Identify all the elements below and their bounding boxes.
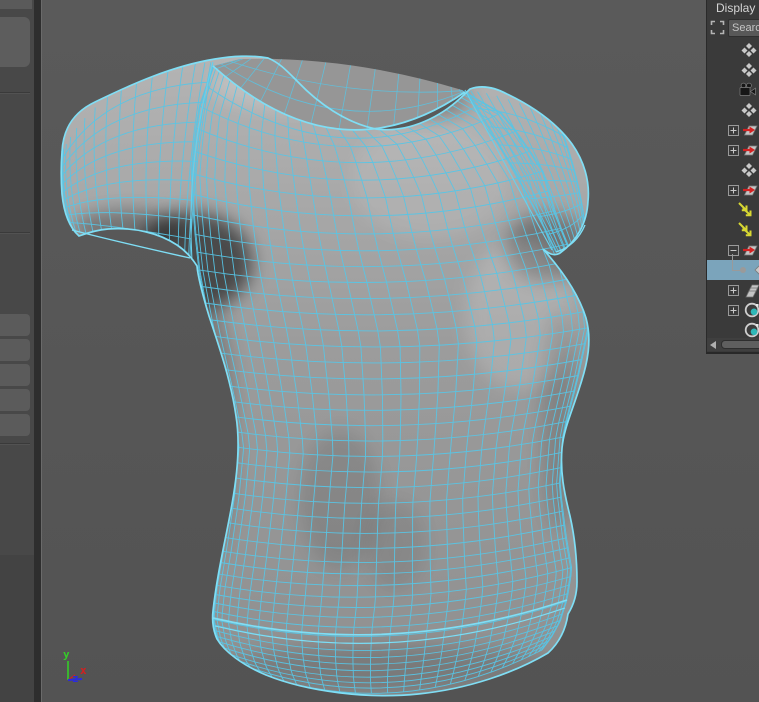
panel-splitter[interactable] bbox=[34, 0, 41, 702]
material-swatch-icon bbox=[744, 302, 759, 318]
outliner-row[interactable] bbox=[707, 180, 759, 200]
outliner-row[interactable] bbox=[707, 160, 759, 180]
left-panel-button[interactable] bbox=[0, 414, 30, 436]
scrollbar-thumb[interactable] bbox=[721, 340, 759, 349]
axis-y-label: y bbox=[63, 648, 70, 661]
outliner-row[interactable] bbox=[707, 120, 759, 140]
expand-toggle[interactable] bbox=[728, 145, 739, 156]
transform-node-icon bbox=[743, 125, 758, 136]
axis-z-label: z bbox=[72, 672, 79, 685]
material-swatch-icon bbox=[744, 322, 759, 338]
outliner-rows bbox=[707, 40, 759, 340]
left-panel-tab[interactable] bbox=[0, 0, 32, 9]
viewport-3d-canvas[interactable] bbox=[0, 0, 759, 702]
outliner-row[interactable] bbox=[707, 60, 759, 80]
transform-node-icon bbox=[743, 245, 758, 256]
transform-node-icon bbox=[743, 145, 758, 156]
outliner-row[interactable] bbox=[707, 300, 759, 320]
left-panel-button[interactable] bbox=[0, 339, 30, 361]
hierarchy-connector bbox=[732, 254, 733, 270]
set-icon bbox=[741, 163, 757, 177]
left-panel-lower-area bbox=[0, 555, 34, 702]
left-panel-button[interactable] bbox=[0, 389, 30, 411]
outliner-row[interactable] bbox=[707, 40, 759, 60]
outliner-row[interactable] bbox=[707, 240, 759, 260]
transform-node-icon bbox=[743, 185, 758, 196]
ik-handle-icon bbox=[738, 202, 752, 217]
tshirt-mesh bbox=[60, 55, 590, 697]
expand-toggle[interactable] bbox=[728, 305, 739, 316]
viewport-edge-highlight bbox=[41, 0, 42, 702]
outliner-row[interactable] bbox=[707, 254, 759, 280]
camera-icon bbox=[739, 82, 756, 96]
hierarchy-connector-dot bbox=[740, 267, 746, 273]
left-panel-strip bbox=[0, 0, 34, 702]
geometry-group-icon bbox=[745, 284, 759, 298]
ik-handle-icon bbox=[738, 222, 752, 237]
set-icon bbox=[741, 43, 757, 57]
outliner-row[interactable] bbox=[707, 100, 759, 120]
outliner-row[interactable] bbox=[707, 140, 759, 160]
outliner-row[interactable] bbox=[707, 320, 759, 340]
outliner-row[interactable] bbox=[707, 220, 759, 240]
scroll-left-arrow-icon[interactable] bbox=[710, 341, 716, 349]
left-panel-button[interactable] bbox=[0, 314, 30, 336]
view-axis-gizmo[interactable]: y z x bbox=[56, 641, 102, 687]
expand-toggle[interactable] bbox=[728, 125, 739, 136]
application-window: y z x Display bbox=[0, 0, 759, 702]
outliner-row[interactable] bbox=[707, 200, 759, 220]
horizontal-scrollbar[interactable] bbox=[707, 338, 759, 351]
outliner-row[interactable] bbox=[707, 280, 759, 300]
outliner-panel: Display bbox=[706, 0, 759, 354]
left-panel-divider bbox=[0, 443, 30, 444]
filter-icon[interactable] bbox=[710, 20, 725, 35]
left-panel-button[interactable] bbox=[0, 17, 30, 67]
outliner-row[interactable] bbox=[707, 80, 759, 100]
outliner-search-row bbox=[707, 17, 759, 40]
left-panel-button[interactable] bbox=[0, 364, 30, 386]
hierarchy-connector bbox=[732, 270, 740, 271]
display-menu[interactable]: Display bbox=[707, 0, 759, 17]
left-panel-divider bbox=[0, 232, 30, 233]
expand-toggle[interactable] bbox=[728, 185, 739, 196]
set-icon bbox=[741, 63, 757, 77]
axis-x-label: x bbox=[80, 664, 87, 677]
search-input[interactable] bbox=[728, 19, 759, 37]
left-panel-divider bbox=[0, 92, 30, 93]
collapse-toggle[interactable] bbox=[728, 245, 739, 256]
mesh-shape-icon bbox=[754, 265, 759, 275]
set-icon bbox=[741, 103, 757, 117]
expand-toggle[interactable] bbox=[728, 285, 739, 296]
